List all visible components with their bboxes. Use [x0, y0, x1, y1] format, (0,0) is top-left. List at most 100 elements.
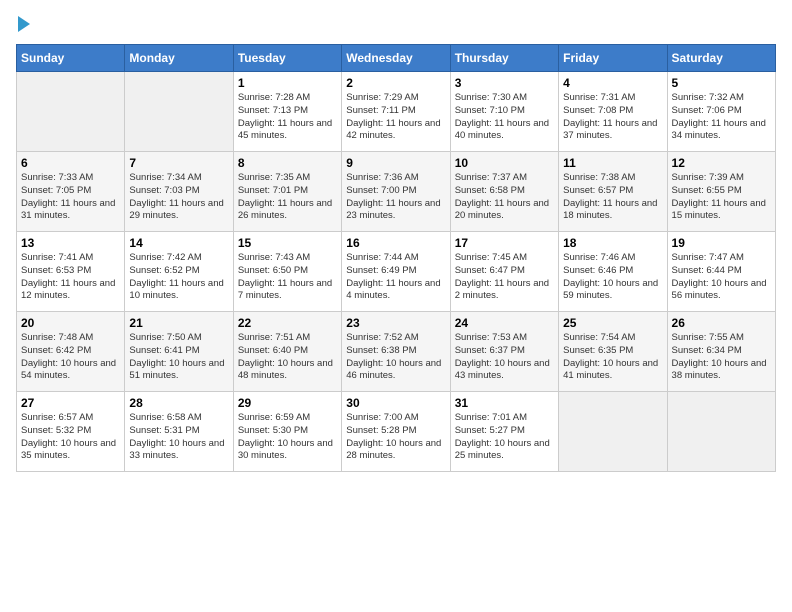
day-info: Sunrise: 7:36 AM Sunset: 7:00 PM Dayligh…: [346, 172, 445, 223]
calendar-cell: 14 Sunrise: 7:42 AM Sunset: 6:52 PM Dayli…: [125, 232, 233, 312]
calendar-cell: 2 Sunrise: 7:29 AM Sunset: 7:11 PM Daylig…: [342, 72, 450, 152]
day-info: Sunrise: 6:59 AM Sunset: 5:30 PM Dayligh…: [238, 412, 337, 463]
week-row-1: 1 Sunrise: 7:28 AM Sunset: 7:13 PM Daylig…: [17, 72, 776, 152]
day-number: 20: [21, 316, 120, 330]
day-number: 4: [563, 76, 662, 90]
calendar-cell: 21 Sunrise: 7:50 AM Sunset: 6:41 PM Dayli…: [125, 312, 233, 392]
day-header-monday: Monday: [125, 45, 233, 72]
day-info: Sunrise: 7:46 AM Sunset: 6:46 PM Dayligh…: [563, 252, 662, 303]
week-row-3: 13 Sunrise: 7:41 AM Sunset: 6:53 PM Dayli…: [17, 232, 776, 312]
day-info: Sunrise: 7:31 AM Sunset: 7:08 PM Dayligh…: [563, 92, 662, 143]
day-info: Sunrise: 7:55 AM Sunset: 6:34 PM Dayligh…: [672, 332, 771, 383]
day-number: 24: [455, 316, 554, 330]
calendar-cell: 5Sunrise: 7:32 AM Sunset: 7:06 PM Daylig…: [667, 72, 775, 152]
calendar-cell: 24Sunrise: 7:53 AM Sunset: 6:37 PM Dayli…: [450, 312, 558, 392]
day-info: Sunrise: 7:30 AM Sunset: 7:10 PM Dayligh…: [455, 92, 554, 143]
day-number: 11: [563, 156, 662, 170]
day-header-saturday: Saturday: [667, 45, 775, 72]
day-info: Sunrise: 7:32 AM Sunset: 7:06 PM Dayligh…: [672, 92, 771, 143]
calendar-cell: 27 Sunrise: 6:57 AM Sunset: 5:32 PM Dayli…: [17, 392, 125, 472]
day-number: 21: [129, 316, 228, 330]
day-number: 10: [455, 156, 554, 170]
week-row-5: 27 Sunrise: 6:57 AM Sunset: 5:32 PM Dayli…: [17, 392, 776, 472]
calendar-cell: 28 Sunrise: 6:58 AM Sunset: 5:31 PM Dayli…: [125, 392, 233, 472]
calendar-cell: 10 Sunrise: 7:37 AM Sunset: 6:58 PM Dayli…: [450, 152, 558, 232]
calendar-cell: 6Sunrise: 7:33 AM Sunset: 7:05 PM Daylig…: [17, 152, 125, 232]
calendar-cell: 26 Sunrise: 7:55 AM Sunset: 6:34 PM Dayli…: [667, 312, 775, 392]
day-header-friday: Friday: [559, 45, 667, 72]
calendar-cell: 9 Sunrise: 7:36 AM Sunset: 7:00 PM Daylig…: [342, 152, 450, 232]
week-row-4: 20 Sunrise: 7:48 AM Sunset: 6:42 PM Dayli…: [17, 312, 776, 392]
day-number: 13: [21, 236, 120, 250]
day-number: 8: [238, 156, 337, 170]
calendar-cell: 29 Sunrise: 6:59 AM Sunset: 5:30 PM Dayli…: [233, 392, 341, 472]
calendar-cell: 15 Sunrise: 7:43 AM Sunset: 6:50 PM Dayli…: [233, 232, 341, 312]
calendar-cell: 3 Sunrise: 7:30 AM Sunset: 7:10 PM Daylig…: [450, 72, 558, 152]
week-row-2: 6Sunrise: 7:33 AM Sunset: 7:05 PM Daylig…: [17, 152, 776, 232]
day-header-tuesday: Tuesday: [233, 45, 341, 72]
calendar-cell: [17, 72, 125, 152]
calendar-cell: [667, 392, 775, 472]
day-number: 12: [672, 156, 771, 170]
day-info: Sunrise: 7:38 AM Sunset: 6:57 PM Dayligh…: [563, 172, 662, 223]
day-number: 22: [238, 316, 337, 330]
calendar-cell: 8 Sunrise: 7:35 AM Sunset: 7:01 PM Daylig…: [233, 152, 341, 232]
day-info: Sunrise: 7:00 AM Sunset: 5:28 PM Dayligh…: [346, 412, 445, 463]
day-info: Sunrise: 7:48 AM Sunset: 6:42 PM Dayligh…: [21, 332, 120, 383]
calendar-cell: 11 Sunrise: 7:38 AM Sunset: 6:57 PM Dayli…: [559, 152, 667, 232]
day-info: Sunrise: 7:01 AM Sunset: 5:27 PM Dayligh…: [455, 412, 554, 463]
calendar-cell: 7Sunrise: 7:34 AM Sunset: 7:03 PM Daylig…: [125, 152, 233, 232]
day-info: Sunrise: 7:45 AM Sunset: 6:47 PM Dayligh…: [455, 252, 554, 303]
day-number: 18: [563, 236, 662, 250]
day-number: 14: [129, 236, 228, 250]
day-info: Sunrise: 7:39 AM Sunset: 6:55 PM Dayligh…: [672, 172, 771, 223]
calendar-cell: 13 Sunrise: 7:41 AM Sunset: 6:53 PM Dayli…: [17, 232, 125, 312]
day-info: Sunrise: 7:29 AM Sunset: 7:11 PM Dayligh…: [346, 92, 445, 143]
logo: [16, 16, 30, 32]
day-number: 17: [455, 236, 554, 250]
page-header: [16, 16, 776, 32]
day-number: 27: [21, 396, 120, 410]
day-info: Sunrise: 6:58 AM Sunset: 5:31 PM Dayligh…: [129, 412, 228, 463]
day-number: 3: [455, 76, 554, 90]
header-row: SundayMondayTuesdayWednesdayThursdayFrid…: [17, 45, 776, 72]
calendar-cell: 1 Sunrise: 7:28 AM Sunset: 7:13 PM Daylig…: [233, 72, 341, 152]
day-number: 9: [346, 156, 445, 170]
day-number: 19: [672, 236, 771, 250]
day-info: Sunrise: 7:50 AM Sunset: 6:41 PM Dayligh…: [129, 332, 228, 383]
calendar-cell: 30Sunrise: 7:00 AM Sunset: 5:28 PM Dayli…: [342, 392, 450, 472]
day-number: 15: [238, 236, 337, 250]
day-number: 25: [563, 316, 662, 330]
day-info: Sunrise: 7:47 AM Sunset: 6:44 PM Dayligh…: [672, 252, 771, 303]
day-info: Sunrise: 7:42 AM Sunset: 6:52 PM Dayligh…: [129, 252, 228, 303]
day-number: 31: [455, 396, 554, 410]
calendar-cell: 12 Sunrise: 7:39 AM Sunset: 6:55 PM Dayli…: [667, 152, 775, 232]
calendar-cell: [125, 72, 233, 152]
calendar-cell: 31 Sunrise: 7:01 AM Sunset: 5:27 PM Dayli…: [450, 392, 558, 472]
day-info: Sunrise: 7:28 AM Sunset: 7:13 PM Dayligh…: [238, 92, 337, 143]
calendar-cell: 4 Sunrise: 7:31 AM Sunset: 7:08 PM Daylig…: [559, 72, 667, 152]
day-info: Sunrise: 7:41 AM Sunset: 6:53 PM Dayligh…: [21, 252, 120, 303]
day-number: 26: [672, 316, 771, 330]
day-number: 2: [346, 76, 445, 90]
day-info: Sunrise: 7:44 AM Sunset: 6:49 PM Dayligh…: [346, 252, 445, 303]
day-header-wednesday: Wednesday: [342, 45, 450, 72]
day-info: Sunrise: 6:57 AM Sunset: 5:32 PM Dayligh…: [21, 412, 120, 463]
day-info: Sunrise: 7:43 AM Sunset: 6:50 PM Dayligh…: [238, 252, 337, 303]
day-number: 1: [238, 76, 337, 90]
calendar-table: SundayMondayTuesdayWednesdayThursdayFrid…: [16, 44, 776, 472]
day-info: Sunrise: 7:37 AM Sunset: 6:58 PM Dayligh…: [455, 172, 554, 223]
day-number: 16: [346, 236, 445, 250]
calendar-cell: 19 Sunrise: 7:47 AM Sunset: 6:44 PM Dayli…: [667, 232, 775, 312]
day-header-sunday: Sunday: [17, 45, 125, 72]
calendar-cell: 25Sunrise: 7:54 AM Sunset: 6:35 PM Dayli…: [559, 312, 667, 392]
day-number: 28: [129, 396, 228, 410]
calendar-cell: 23Sunrise: 7:52 AM Sunset: 6:38 PM Dayli…: [342, 312, 450, 392]
day-number: 29: [238, 396, 337, 410]
calendar-cell: 16 Sunrise: 7:44 AM Sunset: 6:49 PM Dayli…: [342, 232, 450, 312]
day-info: Sunrise: 7:51 AM Sunset: 6:40 PM Dayligh…: [238, 332, 337, 383]
day-info: Sunrise: 7:34 AM Sunset: 7:03 PM Dayligh…: [129, 172, 228, 223]
day-info: Sunrise: 7:35 AM Sunset: 7:01 PM Dayligh…: [238, 172, 337, 223]
calendar-cell: 20 Sunrise: 7:48 AM Sunset: 6:42 PM Dayli…: [17, 312, 125, 392]
logo-arrow-icon: [18, 16, 30, 32]
